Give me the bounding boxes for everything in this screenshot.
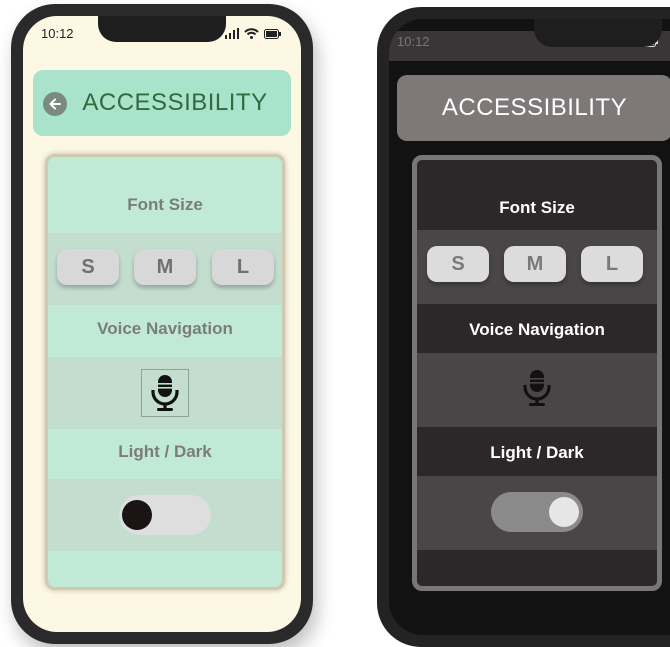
page-title: ACCESSIBILITY xyxy=(82,89,268,116)
voice-navigation-label: Voice Navigation xyxy=(97,319,233,338)
header-bar: ACCESSIBILITY xyxy=(33,70,291,136)
theme-toggle[interactable] xyxy=(119,495,211,535)
voice-navigation-label: Voice Navigation xyxy=(469,320,605,339)
theme-toggle-row xyxy=(417,476,657,550)
phone-dark-mode: 10:12 ACCESSIBILITY Font Size S M L Voic… xyxy=(377,7,670,647)
battery-icon xyxy=(264,28,281,39)
notch xyxy=(534,19,662,47)
voice-navigation-row xyxy=(417,353,657,427)
font-size-large-button[interactable]: L xyxy=(581,246,643,282)
voice-navigation-row xyxy=(48,357,282,429)
microphone-icon xyxy=(151,375,179,411)
theme-toggle-row xyxy=(48,479,282,551)
wifi-icon xyxy=(244,28,259,39)
theme-toggle-label: Light / Dark xyxy=(118,442,212,461)
page-title: ACCESSIBILITY xyxy=(441,94,628,121)
notch xyxy=(98,16,226,42)
settings-card: Font Size S M L Voice Navigation Light /… xyxy=(412,155,662,591)
screen-dark: 10:12 ACCESSIBILITY Font Size S M L Voic… xyxy=(389,19,670,635)
font-size-medium-button[interactable]: M xyxy=(134,249,196,285)
font-size-label: Font Size xyxy=(127,195,203,214)
font-size-large-button[interactable]: L xyxy=(212,249,274,285)
theme-toggle-label: Light / Dark xyxy=(490,443,584,462)
font-size-label: Font Size xyxy=(499,198,575,217)
toggle-knob xyxy=(122,500,152,530)
screen-light: 10:12 ACCESSIBILITY Font Size S M L Voic… xyxy=(23,16,301,632)
voice-navigation-button[interactable] xyxy=(141,369,189,417)
status-time: 10:12 xyxy=(41,26,74,41)
back-button[interactable] xyxy=(43,92,67,116)
theme-toggle[interactable] xyxy=(491,492,583,532)
font-size-options: S M L xyxy=(417,230,657,304)
settings-card: Font Size S M L Voice Navigation Light /… xyxy=(45,154,285,590)
font-size-small-button[interactable]: S xyxy=(57,249,119,285)
back-arrow-icon xyxy=(49,98,61,110)
font-size-options: S M L xyxy=(48,233,282,305)
header-bar: ACCESSIBILITY xyxy=(397,75,670,141)
status-time: 10:12 xyxy=(397,34,430,49)
voice-navigation-button[interactable] xyxy=(514,365,560,411)
phone-light-mode: 10:12 ACCESSIBILITY Font Size S M L Voic… xyxy=(11,4,313,644)
font-size-small-button[interactable]: S xyxy=(427,246,489,282)
status-icons xyxy=(225,28,281,39)
toggle-knob xyxy=(549,497,579,527)
signal-icon xyxy=(225,28,239,39)
font-size-medium-button[interactable]: M xyxy=(504,246,566,282)
microphone-icon xyxy=(523,370,551,406)
